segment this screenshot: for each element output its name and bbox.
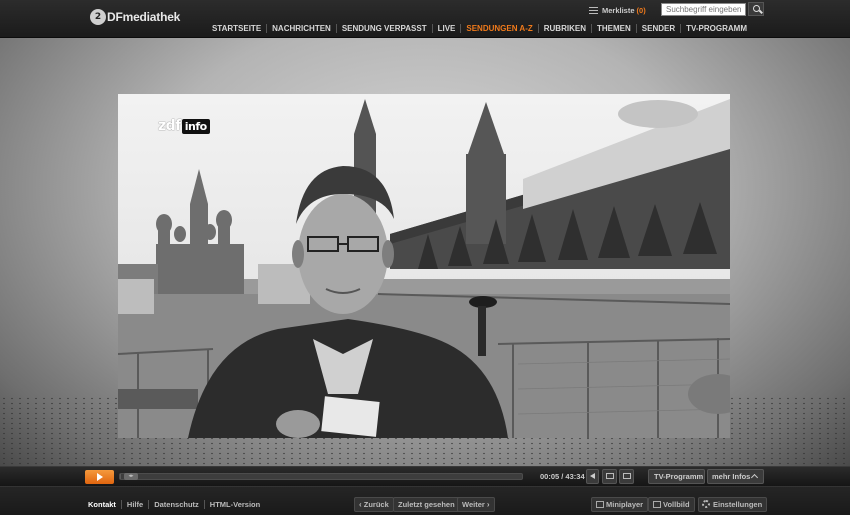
time-display: 00:05 / 43:34	[540, 472, 585, 481]
play-button[interactable]	[85, 470, 114, 484]
next-label: Weiter	[462, 500, 485, 509]
progress-bar[interactable]: ◂▸	[119, 473, 523, 480]
play-icon	[97, 473, 103, 481]
zdf-mediathek-logo[interactable]: 2 DFmediathek	[90, 9, 180, 25]
player-stage: zdf info	[0, 38, 850, 466]
gear-icon	[702, 500, 710, 508]
next-button[interactable]: Weiter ›	[457, 497, 495, 512]
tv-programm-button[interactable]: TV-Programm	[648, 469, 705, 484]
search-icon-handle	[759, 9, 763, 14]
search-button[interactable]	[748, 2, 764, 16]
channel-logo: zdf info	[158, 118, 210, 134]
video-still	[118, 94, 730, 438]
comments-button[interactable]	[619, 469, 634, 484]
footer-link-hilfe[interactable]: Hilfe	[120, 500, 148, 509]
settings-button[interactable]: Einstellungen	[698, 497, 768, 512]
nav-item-tv-programm[interactable]: TV-PROGRAMM	[680, 24, 752, 33]
merkliste-link[interactable]: Merkliste (0)	[589, 3, 646, 17]
main-nav: STARTSEITE NACHRICHTEN SENDUNG VERPASST LIV…	[207, 24, 752, 33]
back-label: Zurück	[363, 500, 389, 509]
recently-watched-button[interactable]: Zuletzt gesehen	[393, 497, 460, 512]
nav-item-live[interactable]: LIVE	[431, 24, 461, 33]
nav-item-startseite[interactable]: STARTSEITE	[207, 24, 266, 33]
chapters-button[interactable]	[602, 469, 617, 484]
zdf-logo-icon: 2	[90, 9, 106, 25]
player-controls: ◂▸ 00:05 / 43:34 TV-Programm mehr Infos	[0, 466, 850, 486]
channel-logo-zdf: zdf	[158, 118, 181, 134]
speech-bubble-icon	[623, 473, 631, 479]
search-input[interactable]	[661, 3, 746, 16]
more-info-button[interactable]: mehr Infos	[707, 469, 764, 484]
footer-link-datenschutz[interactable]: Datenschutz	[148, 500, 204, 509]
fullscreen-label: Vollbild	[663, 500, 690, 509]
miniplayer-icon	[596, 501, 604, 508]
list-icon	[589, 6, 598, 14]
miniplayer-button[interactable]: Miniplayer	[591, 497, 649, 512]
fullscreen-button[interactable]: Vollbild	[648, 497, 695, 512]
merkliste-label: Merkliste	[602, 5, 635, 15]
chevron-left-icon: ‹	[359, 500, 362, 509]
volume-button[interactable]	[586, 469, 599, 484]
settings-label: Einstellungen	[713, 500, 763, 509]
back-button[interactable]: ‹ Zurück	[354, 497, 394, 512]
logo-text: DFmediathek	[107, 10, 181, 24]
video-frame[interactable]: zdf info	[118, 94, 730, 438]
progress-fill	[120, 474, 121, 479]
site-footer: Kontakt Hilfe Datenschutz HTML-Version ‹ Zu…	[0, 486, 850, 515]
progress-handle[interactable]: ◂▸	[124, 473, 138, 480]
footer-link-html-version[interactable]: HTML-Version	[203, 500, 265, 509]
list-icon	[606, 473, 614, 479]
chevron-right-icon: ›	[486, 500, 490, 509]
channel-logo-info: info	[181, 118, 210, 134]
nav-item-sendungen-a-z[interactable]: SENDUNGEN A-Z	[460, 24, 537, 33]
nav-item-sendung-verpasst[interactable]: SENDUNG VERPASST	[335, 24, 432, 33]
merkliste-count: (0)	[636, 5, 646, 15]
nav-item-sender[interactable]: SENDER	[635, 24, 680, 33]
fullscreen-icon	[653, 501, 661, 508]
footer-link-kontakt[interactable]: Kontakt	[83, 500, 121, 509]
miniplayer-label: Miniplayer	[606, 500, 644, 509]
footer-links: Kontakt Hilfe Datenschutz HTML-Version	[83, 500, 265, 509]
nav-item-themen[interactable]: THEMEN	[590, 24, 636, 33]
site-header: 2 DFmediathek Merkliste (0) STARTSEITENA…	[0, 0, 850, 38]
nav-item-rubriken[interactable]: RUBRIKEN	[537, 24, 591, 33]
nav-item-nachrichten[interactable]: NACHRICHTEN	[266, 24, 336, 33]
